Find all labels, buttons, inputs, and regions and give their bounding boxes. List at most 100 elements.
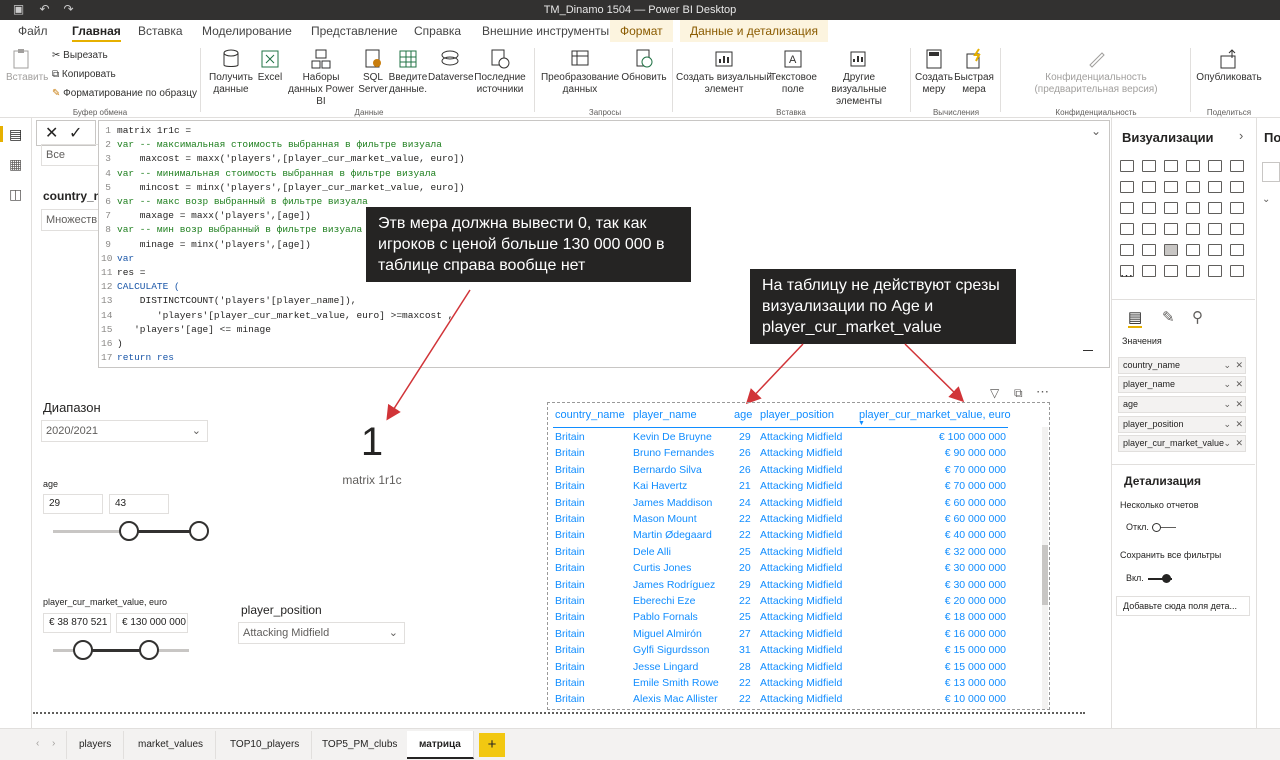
- field-market-value[interactable]: player_cur_market_value ⌄ ✕: [1118, 435, 1246, 452]
- cost-min-handle[interactable]: [73, 640, 93, 660]
- excel-button[interactable]: Excel: [256, 46, 284, 84]
- dataverse-button[interactable]: Dataverse: [428, 46, 474, 84]
- analytics-tab-icon[interactable]: ⚲: [1192, 308, 1203, 326]
- report-view-icon[interactable]: ▤: [9, 126, 22, 143]
- position-slicer-dropdown[interactable]: Attacking Midfield ⌄: [238, 622, 405, 644]
- stacked-column-icon[interactable]: [1142, 160, 1156, 172]
- table-row[interactable]: Britain Martin Ødegaard 22 Attacking Midfie…: [548, 527, 1018, 543]
- table-row[interactable]: Britain Miguel Almirón 27 Attacking Midfiel…: [548, 626, 1018, 642]
- line-chart-icon[interactable]: [1120, 181, 1134, 193]
- table-row[interactable]: Britain Pablo Fornals 25 Attacking Midfield…: [548, 609, 1018, 625]
- paginated-icon[interactable]: [1208, 265, 1222, 277]
- age-max-input[interactable]: 43: [109, 494, 169, 514]
- ribbon-chart-icon[interactable]: [1230, 181, 1244, 193]
- clustered-bar-icon[interactable]: [1164, 160, 1178, 172]
- pie-icon[interactable]: [1186, 202, 1200, 214]
- matrix-icon[interactable]: [1186, 244, 1200, 256]
- smart-narrative-icon[interactable]: [1186, 265, 1200, 277]
- add-page-button[interactable]: +: [479, 733, 505, 757]
- add-drill-field[interactable]: Добавьте сюда поля дета...: [1116, 596, 1250, 616]
- sensitivity-button[interactable]: Конфиденциальность (предварительная верс…: [1004, 46, 1188, 96]
- save-icon[interactable]: ▣: [12, 3, 25, 16]
- table-row[interactable]: Britain James Rodríguez 29 Attacking Midfie…: [548, 577, 1018, 593]
- refresh-button[interactable]: Обновить: [620, 46, 668, 84]
- paste-button[interactable]: Вставить: [6, 46, 48, 84]
- tab-file[interactable]: Файл: [18, 20, 48, 42]
- filter-icon[interactable]: ▽: [990, 386, 999, 400]
- cut-button[interactable]: ✂ Вырезать: [52, 47, 108, 65]
- field-position[interactable]: player_position ⌄ ✕: [1118, 416, 1246, 433]
- page-tab-players[interactable]: players: [66, 731, 125, 759]
- cost-max-input[interactable]: € 130 000 000: [116, 613, 188, 633]
- r-visual-icon[interactable]: [1208, 244, 1222, 256]
- table-row[interactable]: Britain Kevin De Bruyne 29 Attacking Midfie…: [548, 429, 1018, 445]
- range-slicer-dropdown[interactable]: 2020/2021 ⌄: [41, 420, 208, 442]
- more-viz-icon[interactable]: ⋯: [1120, 268, 1133, 284]
- page-tab-market-values[interactable]: market_values: [126, 731, 217, 759]
- line-column-icon[interactable]: [1186, 181, 1200, 193]
- publish-button[interactable]: Опубликовать: [1194, 46, 1264, 84]
- tab-external-tools[interactable]: Внешние инструменты: [482, 20, 609, 42]
- get-data-button[interactable]: Получить данные: [204, 46, 258, 96]
- page-tab-matrix[interactable]: матрица: [407, 731, 474, 759]
- recent-sources-button[interactable]: Последние источники: [472, 46, 528, 96]
- expand-formula-icon[interactable]: ⌄: [1091, 125, 1101, 139]
- clustered-column-icon[interactable]: [1186, 160, 1200, 172]
- focus-mode-icon[interactable]: ⧉: [1014, 386, 1023, 401]
- commit-icon[interactable]: ✓: [69, 123, 82, 143]
- col-header-age[interactable]: age: [734, 409, 752, 421]
- cancel-icon[interactable]: ✕: [45, 123, 58, 143]
- page-tab-top10[interactable]: TOP10_players: [218, 731, 313, 759]
- table-scrollbar[interactable]: [1042, 427, 1048, 709]
- waterfall-icon[interactable]: [1120, 202, 1134, 214]
- more-icon[interactable]: [1230, 265, 1244, 277]
- more-visuals-button[interactable]: Другие визуальные элементы: [816, 46, 902, 108]
- format-tab-icon[interactable]: ✎: [1162, 308, 1175, 326]
- col-header-player[interactable]: player_name: [633, 409, 697, 421]
- scatter-icon[interactable]: [1164, 202, 1178, 214]
- shape-map-icon[interactable]: [1164, 223, 1178, 235]
- table-row[interactable]: Britain Bruno Fernandes 26 Attacking Midfie…: [548, 445, 1018, 461]
- transform-data-button[interactable]: Преобразование данных: [540, 46, 620, 96]
- tab-view[interactable]: Представление: [311, 20, 398, 42]
- age-max-handle[interactable]: [189, 521, 209, 541]
- enter-data-button[interactable]: Введите данные.: [388, 46, 428, 96]
- stacked-area-icon[interactable]: [1164, 181, 1178, 193]
- table-row[interactable]: Britain Emile Smith Rowe 22 Attacking Midfi…: [548, 675, 1018, 691]
- copy-button[interactable]: ⧉ Копировать: [52, 66, 116, 84]
- kpi-icon[interactable]: [1120, 244, 1134, 256]
- cost-min-input[interactable]: € 38 870 521: [43, 613, 111, 633]
- donut-icon[interactable]: [1208, 202, 1222, 214]
- table-row[interactable]: Britain James Maddison 24 Attacking Midfiel…: [548, 495, 1018, 511]
- field-age[interactable]: age ⌄ ✕: [1118, 396, 1246, 413]
- python-visual-icon[interactable]: [1230, 244, 1244, 256]
- area-chart-icon[interactable]: [1142, 181, 1156, 193]
- table-icon[interactable]: [1164, 244, 1178, 256]
- tab-data-drill[interactable]: Данные и детализация: [680, 20, 828, 42]
- keep-filters-toggle[interactable]: [1148, 574, 1172, 583]
- col-header-position[interactable]: player_position: [760, 409, 834, 421]
- card-icon[interactable]: [1208, 223, 1222, 235]
- chevron-right-icon[interactable]: ›: [1239, 128, 1243, 143]
- col-header-market-value[interactable]: player_cur_market_value, euro: [859, 409, 1011, 421]
- field-player[interactable]: player_name ⌄ ✕: [1118, 376, 1246, 393]
- quick-measure-button[interactable]: Быстрая мера: [952, 46, 996, 96]
- stacked-column-100-icon[interactable]: [1230, 160, 1244, 172]
- fields-search-box[interactable]: [1262, 162, 1280, 182]
- table-row[interactable]: Britain Alexis Mac Allister 22 Attacking Mi…: [548, 691, 1018, 707]
- stacked-bar-100-icon[interactable]: [1208, 160, 1222, 172]
- fields-tab-icon[interactable]: ▤: [1128, 308, 1143, 328]
- table-row[interactable]: Britain Dele Alli 25 Attacking Midfield € 32…: [548, 544, 1018, 560]
- table-row[interactable]: Britain Curtis Jones 20 Attacking Midfield €…: [548, 560, 1018, 576]
- age-min-input[interactable]: 29: [43, 494, 103, 514]
- undo-icon[interactable]: ↶: [38, 3, 51, 16]
- cost-max-handle[interactable]: [139, 640, 159, 660]
- new-measure-button[interactable]: Создать меру: [914, 46, 954, 96]
- multirow-card-icon[interactable]: [1230, 223, 1244, 235]
- redo-icon[interactable]: ↷: [62, 3, 75, 16]
- funnel-icon[interactable]: [1142, 202, 1156, 214]
- sql-server-button[interactable]: SQL Server: [358, 46, 388, 96]
- filled-map-icon[interactable]: [1142, 223, 1156, 235]
- stacked-bar-icon[interactable]: [1120, 160, 1134, 172]
- cross-report-toggle[interactable]: [1152, 523, 1176, 532]
